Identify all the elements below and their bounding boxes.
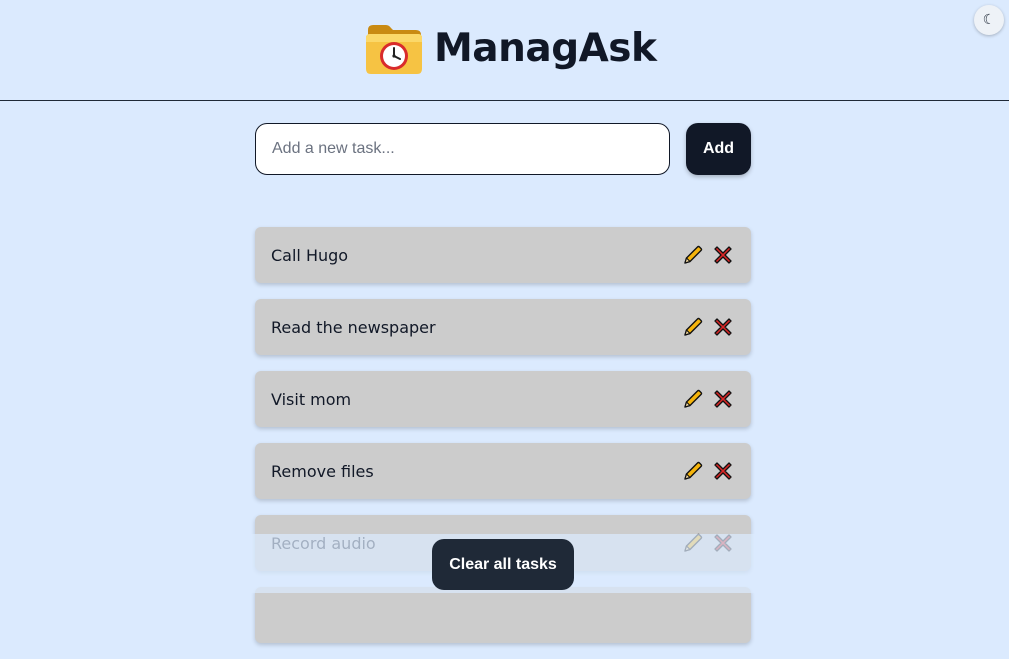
pencil-icon[interactable] (681, 531, 705, 555)
app-title: ManagAsk (434, 25, 657, 71)
delete-icon[interactable] (711, 315, 735, 339)
delete-icon[interactable] (711, 531, 735, 555)
brand: ManagAsk (364, 18, 657, 78)
pencil-icon[interactable] (681, 387, 705, 411)
task-item: Call Hugo (255, 227, 751, 283)
task-list: Call Hugo Read the newspaper Visit mom R… (255, 227, 751, 659)
new-task-input[interactable] (255, 123, 670, 175)
delete-icon[interactable] (711, 243, 735, 267)
task-text: Visit mom (271, 389, 352, 409)
task-actions (681, 531, 735, 555)
pencil-icon[interactable] (681, 243, 705, 267)
task-text: Call Hugo (271, 245, 349, 265)
pencil-icon[interactable] (681, 315, 705, 339)
task-actions (681, 243, 735, 267)
moon-icon: ☾ (982, 12, 996, 28)
task-item (255, 587, 751, 643)
task-actions (681, 315, 735, 339)
task-item: Read the newspaper (255, 299, 751, 355)
pencil-icon[interactable] (681, 459, 705, 483)
delete-icon[interactable] (711, 459, 735, 483)
add-task-button[interactable]: Add (686, 123, 751, 175)
task-text: Remove files (271, 461, 374, 481)
task-item: Visit mom (255, 371, 751, 427)
clear-all-tasks-button[interactable]: Clear all tasks (432, 539, 574, 590)
task-actions (681, 387, 735, 411)
task-actions (681, 459, 735, 483)
task-item: Remove files (255, 443, 751, 499)
task-text: Read the newspaper (271, 317, 436, 337)
delete-icon[interactable] (711, 387, 735, 411)
theme-toggle-button[interactable]: ☾ (974, 5, 1004, 35)
app-header: ManagAsk ☾ (0, 0, 1009, 101)
folder-clock-icon (364, 20, 424, 76)
